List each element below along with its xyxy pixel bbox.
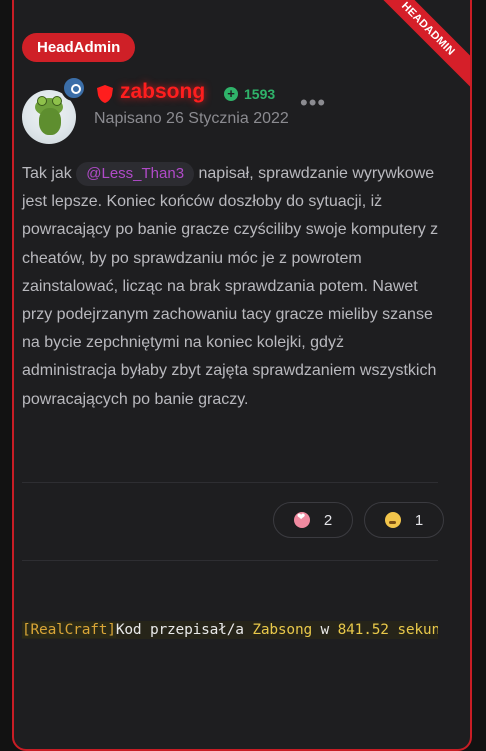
reaction-button-heart[interactable]: 2 bbox=[273, 502, 353, 538]
thinking-face-icon bbox=[384, 512, 401, 528]
author-username[interactable]: zabsong bbox=[120, 80, 205, 104]
group-badge[interactable]: HeadAdmin bbox=[22, 33, 136, 62]
reaction-count: 1 bbox=[414, 511, 424, 529]
chat-player-name: Zabsong bbox=[252, 622, 313, 638]
online-status-icon bbox=[61, 75, 87, 101]
frog-eye bbox=[52, 96, 62, 106]
reputation-count: 1593 bbox=[244, 86, 276, 102]
chat-text: Kod przepisał/a bbox=[115, 622, 253, 638]
post-date: Napisano 26 Stycznia 2022 bbox=[94, 110, 289, 127]
frog-body bbox=[39, 108, 61, 135]
chat-unit: sekund bbox=[397, 622, 438, 638]
chat-server-tag: [RealCraft] bbox=[22, 622, 116, 638]
role-ribbon-wrapper: HEADADMIN bbox=[352, 0, 470, 108]
reaction-count: 2 bbox=[323, 511, 333, 529]
reaction-button-thinking[interactable]: 1 bbox=[364, 502, 444, 538]
shield-icon bbox=[97, 85, 113, 103]
frog-eye bbox=[37, 96, 47, 106]
chat-time: 841.52 bbox=[337, 622, 389, 638]
signature-chat-line: [RealCraft]Kod przepisał/a Zabsong w 841… bbox=[22, 621, 438, 639]
content-prefix: Tak jak bbox=[22, 165, 77, 182]
post-content: Tak jak @Less_Than3 napisał, sprawdzanie… bbox=[22, 160, 442, 414]
reputation-badge[interactable]: + 1593 bbox=[224, 86, 275, 102]
heart-reaction-icon bbox=[293, 512, 310, 528]
chat-text: w bbox=[312, 622, 338, 638]
divider bbox=[22, 482, 438, 483]
role-ribbon: HEADADMIN bbox=[356, 0, 470, 101]
content-text: napisał, sprawdzanie wyrywkowe jest leps… bbox=[22, 165, 439, 408]
divider bbox=[22, 560, 438, 561]
user-mention[interactable]: @Less_Than3 bbox=[76, 162, 195, 186]
plus-icon: + bbox=[224, 87, 238, 101]
more-options-icon[interactable]: ••• bbox=[300, 92, 326, 114]
